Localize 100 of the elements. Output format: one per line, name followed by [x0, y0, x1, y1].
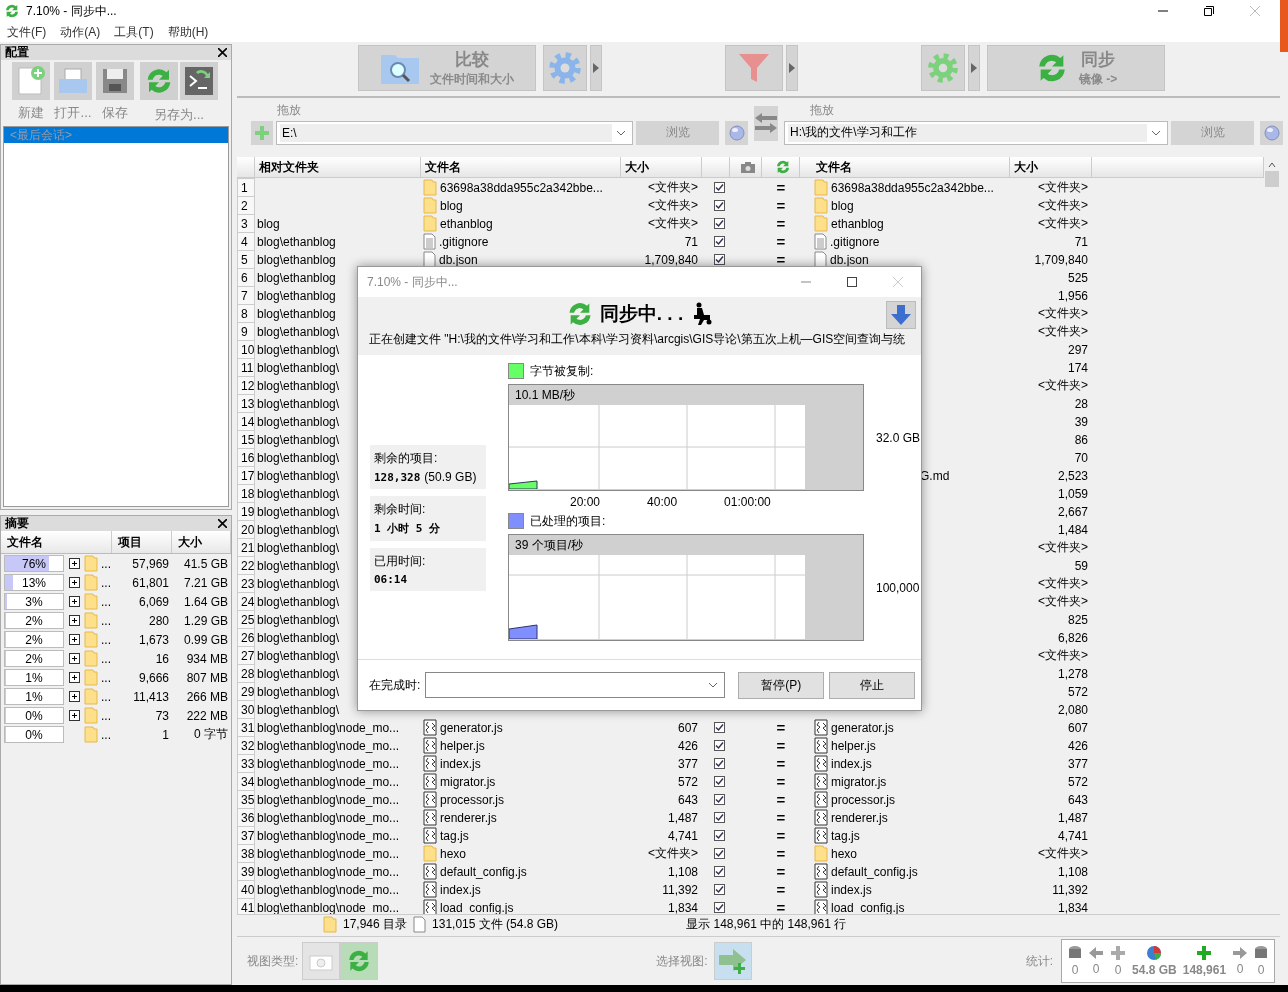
file-name: helper.js	[831, 738, 876, 753]
column-header[interactable]: 文件名	[1, 531, 112, 553]
stat-value: 1 小时 5 分	[374, 521, 441, 536]
graph-max-label: 100,000	[876, 580, 920, 595]
script-icon	[814, 773, 828, 791]
column-header[interactable]: 大小	[1014, 158, 1038, 176]
column-header[interactable]: 项目	[111, 531, 173, 553]
folder-icon	[84, 612, 98, 629]
folder-size: 266 MB	[185, 689, 228, 704]
menu-item[interactable]: 工具(T)	[114, 23, 154, 41]
file-name: index.js	[831, 882, 872, 897]
checkbox[interactable]	[713, 848, 725, 860]
file-name: default_config.js	[831, 864, 918, 879]
checkbox[interactable]	[713, 776, 725, 788]
checkbox[interactable]	[713, 812, 725, 824]
menu-item[interactable]: 文件(F)	[7, 23, 47, 41]
script-icon	[814, 719, 828, 737]
expand-icon[interactable]	[69, 615, 80, 626]
file-name: load_config.js	[831, 900, 905, 915]
folder-name: ...	[101, 575, 112, 590]
expand-icon[interactable]	[69, 634, 80, 645]
checkbox[interactable]	[713, 218, 725, 230]
collapse-button[interactable]	[886, 301, 916, 329]
checkbox[interactable]	[713, 236, 725, 248]
column-header[interactable]: 相对文件夹	[259, 158, 319, 176]
script-icon	[814, 737, 828, 755]
script-icon	[423, 773, 437, 791]
axis-tick: 01:00:00	[724, 495, 771, 509]
folder-size: 934 MB	[185, 651, 228, 666]
expand-icon[interactable]	[69, 672, 80, 683]
folder-icon	[323, 916, 337, 934]
folder-icon	[423, 215, 437, 233]
file-size: <文件夹>	[1038, 576, 1088, 591]
restore-icon	[1204, 6, 1214, 16]
stat-label: 剩余时间:	[374, 501, 427, 518]
expand-icon[interactable]	[69, 653, 80, 664]
dialog-button[interactable]: 停止	[829, 671, 916, 699]
item-count: 73	[154, 708, 169, 723]
column-header[interactable]: 大小	[172, 531, 231, 553]
checkbox[interactable]	[713, 758, 725, 770]
expand-icon[interactable]	[69, 596, 80, 607]
dropdown-button[interactable]	[786, 44, 798, 91]
column-header[interactable]: 文件名	[816, 158, 852, 176]
expand-icon[interactable]	[69, 710, 80, 721]
sync-action: =	[776, 773, 786, 791]
folder-icon	[84, 650, 98, 667]
checkbox[interactable]	[713, 740, 725, 752]
expand-icon[interactable]	[69, 577, 80, 588]
file-size: <文件夹>	[648, 216, 698, 231]
folder-path: blog\ethanblog\node_mo...	[257, 828, 400, 843]
swap-sides-button[interactable]	[754, 105, 778, 141]
dialog-button[interactable]: 暂停(P)	[738, 671, 825, 699]
folder-path-field[interactable]: E:\	[276, 120, 633, 145]
column-header[interactable]: 大小	[625, 158, 649, 176]
file-size: <文件夹>	[648, 180, 698, 195]
scroll-up-icon[interactable]	[1268, 161, 1276, 170]
folder-icon	[423, 845, 437, 863]
checkbox[interactable]	[713, 200, 725, 212]
file-size: <文件夹>	[1038, 306, 1088, 321]
file-size: 426	[1067, 738, 1088, 753]
expand-icon[interactable]	[69, 558, 80, 569]
column-header[interactable]: 文件名	[425, 158, 461, 176]
percent-label: 1%	[25, 689, 43, 704]
dropdown-button[interactable]	[590, 44, 602, 91]
sync-action: =	[776, 233, 786, 251]
checkbox[interactable]	[713, 254, 725, 266]
script-icon	[814, 863, 828, 881]
completion-dropdown[interactable]	[425, 672, 726, 698]
checkbox[interactable]	[713, 902, 725, 914]
script-icon	[423, 809, 437, 827]
script-icon	[423, 791, 437, 809]
folder-path: blog\ethanblog\	[257, 666, 340, 681]
file-name: helper.js	[440, 738, 485, 753]
item-count: 16	[154, 651, 169, 666]
close-panel-button[interactable]	[218, 517, 227, 530]
checkbox[interactable]	[713, 722, 725, 734]
file-size: 174	[1067, 360, 1088, 375]
stat-value: 0	[1236, 962, 1244, 977]
checkbox[interactable]	[713, 866, 725, 878]
file-size: 6,826	[1057, 630, 1088, 645]
scroll-thumb[interactable]	[1265, 171, 1279, 188]
menu-item[interactable]: 动作(A)	[60, 23, 101, 41]
dropdown-button[interactable]	[968, 44, 980, 91]
file-size: 607	[1067, 720, 1088, 735]
file-name: renderer.js	[831, 810, 888, 825]
menu-item[interactable]: 帮助(H)	[167, 23, 209, 41]
checkbox[interactable]	[713, 884, 725, 896]
file-size: 4,741	[1057, 828, 1088, 843]
folder-path: blog\ethanblog\node_mo...	[257, 810, 400, 825]
folder-path: blog\ethanblog\	[257, 702, 340, 717]
folder-path: blog\ethanblog\node_mo...	[257, 864, 400, 879]
close-panel-button[interactable]	[218, 46, 227, 59]
checkbox[interactable]	[713, 830, 725, 842]
file-size: <文件夹>	[1038, 648, 1088, 663]
legend-label: 字节被复制:	[530, 362, 594, 380]
checkbox[interactable]	[713, 794, 725, 806]
folder-icon	[84, 726, 98, 743]
expand-icon[interactable]	[69, 691, 80, 702]
checkbox[interactable]	[713, 182, 725, 194]
folder-path-field[interactable]: H:\我的文件\学习和工作	[784, 120, 1168, 145]
